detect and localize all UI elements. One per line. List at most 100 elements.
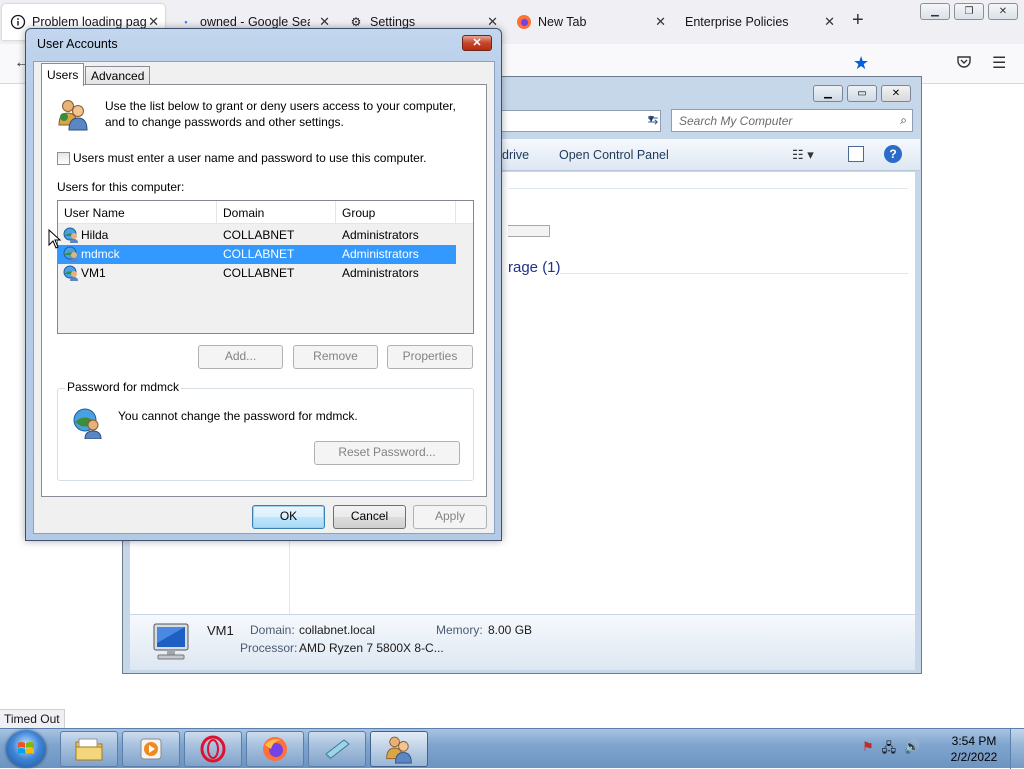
memory-value: 8.00 GB [488, 623, 533, 637]
taskbar-clock[interactable]: 3:54 PM 2/2/2022 [948, 733, 1000, 765]
taskbar: ⚑ 🖧 🔊 3:54 PM 2/2/2022 [0, 728, 1024, 769]
user-row-mdmck[interactable]: mdmck COLLABNET Administrators [58, 245, 456, 264]
tab-new-tab[interactable]: New Tab ✕ [508, 4, 672, 40]
column-group[interactable]: Group [336, 201, 456, 224]
cancel-button[interactable]: Cancel [333, 505, 406, 529]
taskbar-firefox[interactable] [246, 731, 304, 767]
remove-user-button[interactable]: Remove [293, 345, 378, 369]
taskbar-media-player[interactable] [122, 731, 180, 767]
taskbar-opera[interactable] [184, 731, 242, 767]
explorer-close-button[interactable]: ✕ [881, 85, 911, 102]
intro-text: Use the list below to grant or deny user… [105, 99, 456, 129]
media-player-icon [140, 738, 162, 760]
users-list[interactable]: User Name Domain Group Hilda COLLABNET A… [57, 200, 474, 334]
tab-close-icon[interactable]: ✕ [824, 14, 835, 30]
memory-label: Memory: [436, 623, 483, 637]
notebook-icon [325, 739, 350, 760]
users-list-label: Users for this computer: [57, 180, 185, 194]
users-group-icon [58, 100, 88, 131]
user-domain-cell: COLLABNET [223, 247, 295, 261]
user-group-cell: Administrators [342, 228, 419, 242]
domain-value: collabnet.local [299, 623, 376, 637]
users-list-header: User Name Domain Group [58, 201, 473, 224]
tab-title: Settings [370, 15, 416, 29]
processor-value: AMD Ryzen 7 5800X 8-C... [299, 641, 444, 655]
user-domain-cell: COLLABNET [223, 266, 295, 280]
computer-name: VM1 [207, 623, 234, 638]
must-login-checkbox-row[interactable]: Users must enter a user name and passwor… [57, 151, 427, 165]
user-row-vm1[interactable]: VM1 COLLABNET Administrators [58, 264, 456, 283]
user-name-cell: Hilda [81, 228, 109, 242]
tab-title: New Tab [538, 15, 587, 29]
change-view-icon[interactable]: ☷ ▾ [792, 147, 814, 163]
tab-enterprise-policies[interactable]: Enterprise Policies ✕ [677, 4, 841, 40]
taskbar-explorer[interactable] [60, 731, 118, 767]
column-domain[interactable]: Domain [217, 201, 336, 224]
action-center-flag-icon[interactable]: ⚑ [862, 739, 874, 761]
show-desktop-button[interactable] [1010, 729, 1024, 769]
user-row-hilda[interactable]: Hilda COLLABNET Administrators [58, 226, 456, 245]
minimize-button[interactable]: ▁ [920, 3, 950, 20]
taskbar-app[interactable] [308, 731, 366, 767]
must-login-checkbox[interactable] [57, 151, 70, 165]
explorer-minimize-button[interactable]: ▁ [813, 85, 843, 102]
firefox-icon [516, 14, 532, 30]
clock-date: 2/2/2022 [950, 750, 998, 764]
search-placeholder: Search My Computer [679, 114, 793, 128]
mouse-cursor-icon [48, 229, 62, 249]
search-icon: ⌕ [900, 113, 907, 127]
map-drive-button[interactable]: drive [502, 148, 529, 162]
users-tab-page: Use the list below to grant or deny user… [41, 84, 487, 497]
password-group-title: Password for mdmck [65, 380, 182, 394]
close-window-button[interactable]: ✕ [988, 3, 1018, 20]
divider [560, 273, 908, 274]
user-group-cell: Administrators [342, 247, 419, 261]
tab-close-icon[interactable]: ✕ [655, 14, 666, 30]
user-domain-cell: COLLABNET [223, 228, 295, 242]
search-input[interactable]: Search My Computer ⌕ [671, 109, 913, 132]
user-icon [63, 246, 78, 262]
properties-button[interactable]: Properties [387, 345, 473, 369]
volume-icon[interactable]: 🔊 [904, 739, 920, 761]
removable-storage-group-header[interactable]: rage (1) [508, 259, 561, 276]
preview-pane-icon[interactable] [848, 146, 864, 162]
bookmark-star-icon[interactable]: ★ [853, 53, 869, 74]
explorer-maximize-button[interactable]: ▭ [847, 85, 877, 102]
password-message: You cannot change the password for mdmck… [118, 409, 358, 423]
taskbar-user-accounts[interactable] [370, 731, 428, 767]
tab-users[interactable]: Users [41, 63, 85, 86]
divider [508, 188, 908, 189]
help-icon[interactable]: ? [884, 145, 902, 163]
refresh-icon[interactable]: ⇆ [641, 112, 665, 132]
hamburger-menu-icon[interactable]: ☰ [992, 53, 1006, 73]
start-button[interactable] [6, 730, 46, 768]
network-icon[interactable]: 🖧 [882, 739, 897, 761]
folder-icon [75, 738, 103, 761]
must-login-label[interactable]: Users must enter a user name and passwor… [73, 151, 427, 165]
computer-monitor-icon [153, 623, 189, 660]
password-groupbox: Password for mdmck You cannot change the… [57, 380, 474, 481]
ok-button[interactable]: OK [252, 505, 325, 529]
drive-usage-bar [508, 225, 550, 237]
restore-button[interactable]: ❐ [954, 3, 984, 20]
window-caption-buttons: ▁ ❐ ✕ [920, 3, 1018, 20]
tab-title: Problem loading page [32, 15, 154, 29]
new-tab-button[interactable]: + [852, 10, 864, 30]
column-user-name[interactable]: User Name [58, 201, 217, 224]
opera-icon [200, 735, 226, 763]
open-control-panel-button[interactable]: Open Control Panel [559, 148, 669, 162]
apply-button[interactable]: Apply [413, 505, 487, 529]
dialog-close-button[interactable]: ✕ [462, 35, 492, 51]
tab-advanced[interactable]: Advanced [85, 66, 151, 85]
add-user-button[interactable]: Add... [198, 345, 283, 369]
processor-label: Processor: [240, 641, 298, 655]
user-group-cell: Administrators [342, 266, 419, 280]
reset-password-button[interactable]: Reset Password... [314, 441, 460, 465]
user-icon [63, 227, 78, 243]
user-name-cell: VM1 [81, 266, 106, 280]
user-accounts-dialog: User Accounts ✕ Users Advanced Use the l… [25, 28, 502, 541]
pocket-icon[interactable] [956, 55, 972, 72]
dialog-title: User Accounts [37, 37, 118, 51]
domain-label: Domain: [250, 623, 295, 637]
users-group-icon [386, 736, 412, 764]
